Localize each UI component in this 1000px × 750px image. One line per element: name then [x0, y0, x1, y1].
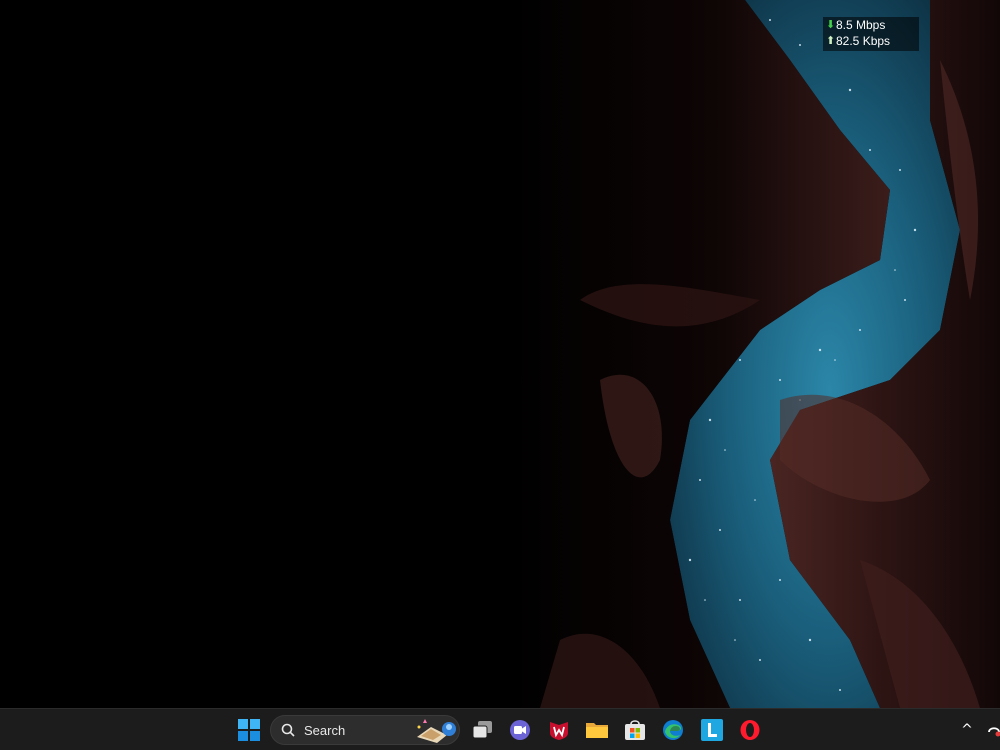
task-view-icon — [472, 721, 492, 739]
taskbar: Search ^ — [0, 708, 1000, 750]
meet-icon — [510, 720, 530, 740]
start-icon — [238, 719, 260, 741]
file-explorer-icon — [586, 723, 608, 738]
microsoft-store-button[interactable] — [623, 718, 647, 742]
show-hidden-icons-button[interactable]: ^ — [958, 720, 976, 740]
download-arrow-icon: ⬇ — [826, 19, 836, 31]
network-speed-widget: ⬇ 8.5 Mbps ⬆ 82.5 Kbps — [823, 17, 919, 51]
download-speed: 8.5 Mbps — [836, 18, 886, 32]
search-highlight-icon — [417, 719, 456, 743]
mcafee-button[interactable] — [547, 718, 571, 742]
edge-icon — [663, 720, 683, 740]
microsoft-store-icon — [625, 720, 645, 740]
chevron-up-icon: ^ — [961, 722, 973, 738]
opera-button[interactable] — [738, 718, 762, 742]
start-button[interactable] — [237, 718, 261, 742]
l-app-icon — [701, 719, 723, 741]
upload-speed-row: ⬆ 82.5 Kbps — [823, 33, 919, 49]
desktop-wallpaper — [0, 0, 1000, 708]
l-app-button[interactable] — [700, 718, 724, 742]
opera-icon — [740, 720, 760, 740]
task-view-button[interactable] — [471, 718, 495, 742]
partial-tray-icon[interactable] — [986, 721, 1000, 739]
search-box[interactable]: Search — [270, 715, 460, 745]
file-explorer-button[interactable] — [585, 718, 609, 742]
upload-speed: 82.5 Kbps — [836, 34, 891, 48]
search-label: Search — [304, 723, 346, 738]
mcafee-icon — [550, 722, 568, 740]
search-icon — [281, 723, 295, 737]
edge-button[interactable] — [661, 718, 685, 742]
download-speed-row: ⬇ 8.5 Mbps — [823, 17, 919, 33]
meet-button[interactable] — [508, 718, 532, 742]
upload-arrow-icon: ⬆ — [826, 35, 836, 47]
